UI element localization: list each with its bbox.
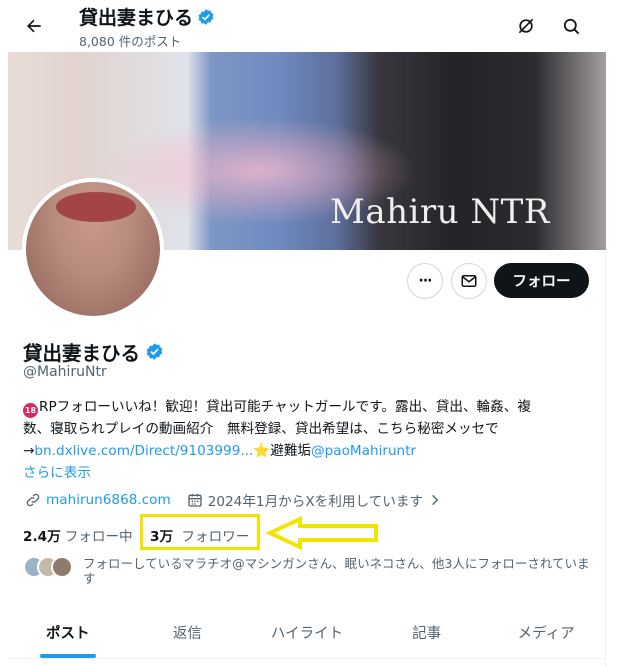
post-count: 8,080 件のポスト xyxy=(79,34,182,49)
more-button[interactable]: ··· xyxy=(407,263,443,299)
message-button[interactable] xyxy=(451,263,487,299)
followed-by-text: フォローしているマラチオ@マシンガンさん、眠いネコさん、他3人にフォローされてい… xyxy=(83,556,590,586)
tab-replies[interactable]: 返信 xyxy=(128,606,248,658)
adult-18-icon: 18 xyxy=(23,403,38,418)
bio-text-1: RPフォローいいね！歓迎！貸出可能チャットガールです。露出、貸出、輪姦、複 xyxy=(39,399,531,415)
search-button[interactable] xyxy=(555,10,587,42)
followed-by-row[interactable]: フォローしているマラチオ@マシンガンさん、眠いネコさん、他3人にフォローされてい… xyxy=(23,556,593,586)
grok-button[interactable] xyxy=(510,10,542,42)
chevron-right-icon xyxy=(432,494,439,506)
bio-link[interactable]: bn.dxlive.com/Direct/9103999... xyxy=(34,443,253,459)
bio-arrow: → xyxy=(23,443,35,459)
verified-badge-icon[interactable] xyxy=(145,342,164,361)
more-icon: ··· xyxy=(418,273,433,289)
mail-icon xyxy=(461,275,477,287)
star-icon: ⭐ xyxy=(253,443,271,459)
calendar-icon xyxy=(188,494,202,507)
following-count: 2.4万 xyxy=(23,529,61,545)
website-item: mahirun6868.com xyxy=(25,492,171,508)
bio-refuge: 避難垢 xyxy=(270,443,312,459)
header-title: 貸出妻まひる xyxy=(79,3,215,30)
follower-avatars xyxy=(23,556,73,578)
avatar[interactable] xyxy=(22,178,164,320)
followers-label: フォロワー xyxy=(181,529,250,545)
following-stat[interactable]: 2.4万 フォロー中 xyxy=(23,525,133,545)
tab-media[interactable]: メディア xyxy=(486,606,606,658)
bio-line-2: 数、寝取られプレイの動画紹介 無料登録、貸出希望は、こちら秘密メッセで xyxy=(23,421,499,437)
arrow-left-icon xyxy=(27,19,41,33)
verified-badge-icon xyxy=(198,8,214,25)
profile-handle: @MahiruNtr xyxy=(23,364,107,380)
profile-meta: mahirun6868.com 2024年1月からXを利用しています xyxy=(25,490,458,510)
mini-avatar xyxy=(51,556,73,578)
profile-tabs: ポスト 返信 ハイライト 記事 メディア xyxy=(8,606,606,659)
profile-bio: 18 RPフォローいいね！歓迎！貸出可能チャットガールです。露出、貸出、輪姦、複 … xyxy=(23,396,593,484)
profile-name: 貸出妻まひる xyxy=(23,342,141,365)
top-header: 貸出妻まひる 8,080 件のポスト xyxy=(0,0,606,52)
tab-highlights[interactable]: ハイライト xyxy=(247,606,367,658)
bio-line-3: →bn.dxlive.com/Direct/9103999...⭐避難垢@pao… xyxy=(23,440,593,462)
joined-date: 2024年1月からXを利用しています xyxy=(207,494,424,510)
profile-column: 貸出妻まひる 8,080 件のポスト Mahiru NTR ··· フォロー 貸… xyxy=(0,0,606,666)
bio-line-1: 18 RPフォローいいね！歓迎！貸出可能チャットガールです。露出、貸出、輪姦、複 xyxy=(23,396,593,418)
banner-text: Mahiru NTR xyxy=(330,192,550,232)
header-name: 貸出妻まひる xyxy=(79,7,194,29)
grok-icon xyxy=(518,18,534,34)
search-icon xyxy=(563,18,579,34)
followers-count: 3万 xyxy=(150,529,174,545)
link-icon xyxy=(26,493,40,507)
highlight-arrow-icon xyxy=(266,516,378,550)
followers-stat[interactable]: 3万 フォロワー xyxy=(150,525,249,545)
tab-articles[interactable]: 記事 xyxy=(367,606,487,658)
joined-item[interactable]: 2024年1月からXを利用しています xyxy=(187,490,442,510)
website-link[interactable]: mahirun6868.com xyxy=(46,492,171,508)
avatar-photo xyxy=(56,192,136,222)
back-button[interactable] xyxy=(18,10,50,42)
show-more-link[interactable]: さらに表示 xyxy=(23,462,593,484)
tab-posts[interactable]: ポスト xyxy=(8,606,128,658)
profile-name-row: 貸出妻まひる xyxy=(23,337,164,366)
follow-button[interactable]: フォロー xyxy=(494,263,589,298)
bio-mention-link[interactable]: @paoMahiruntr xyxy=(311,443,416,459)
following-label: フォロー中 xyxy=(64,529,133,545)
